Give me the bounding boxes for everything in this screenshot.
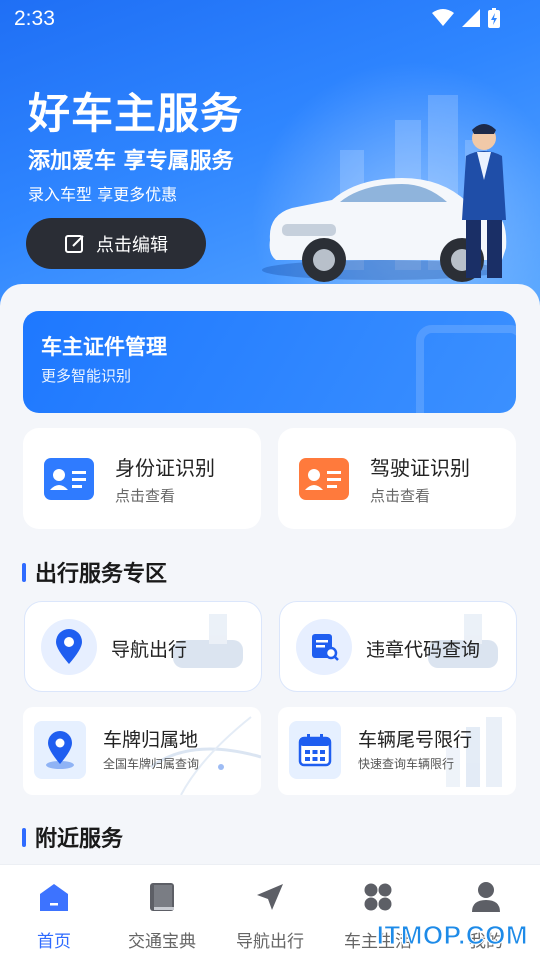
plate-location-subtitle: 全国车牌归属查询 bbox=[103, 757, 200, 771]
user-icon bbox=[472, 882, 500, 912]
plate-location-card[interactable]: 车牌归属地 全国车牌归属查询 bbox=[23, 707, 261, 795]
document-search-icon bbox=[312, 634, 339, 661]
tail-number-title: 车辆尾号限行 bbox=[358, 729, 473, 751]
status-bar: 2:33 bbox=[0, 0, 540, 38]
tail-number-subtitle: 快速查询车辆限行 bbox=[358, 757, 455, 771]
tab-home-label: 首页 bbox=[37, 932, 71, 952]
watermark-logo: ITMOP.COM bbox=[376, 920, 528, 951]
car-owner-illustration bbox=[262, 124, 507, 282]
location-pin-icon bbox=[56, 629, 82, 664]
calendar-icon bbox=[298, 734, 332, 767]
edit-icon bbox=[65, 234, 84, 253]
navigation-service-card[interactable]: 导航出行 bbox=[24, 601, 262, 692]
edit-button-label: 点击编辑 bbox=[96, 234, 168, 256]
cert-subtitle: 更多智能识别 bbox=[41, 367, 132, 385]
tab-navigation-label: 导航出行 bbox=[236, 932, 304, 952]
navigation-service-label: 导航出行 bbox=[111, 639, 188, 661]
driver-license-recognition-card[interactable]: 驾驶证识别 点击查看 bbox=[278, 428, 516, 529]
wifi-icon bbox=[432, 9, 454, 26]
nearby-section-label: 附近服务 bbox=[35, 827, 124, 852]
navigation-arrow-icon bbox=[257, 884, 283, 910]
violation-code-card[interactable]: 违章代码查询 bbox=[279, 601, 517, 692]
nearby-section-title: 附近服务 bbox=[22, 821, 123, 853]
violation-code-label: 违章代码查询 bbox=[366, 639, 481, 661]
tab-home[interactable]: 首页 bbox=[0, 879, 108, 952]
hero-description: 录入车型 享更多优惠 bbox=[28, 185, 178, 204]
tab-traffic-guide-label: 交通宝典 bbox=[128, 932, 196, 952]
tab-navigation[interactable]: 导航出行 bbox=[216, 879, 324, 952]
book-icon bbox=[150, 883, 174, 911]
tab-traffic-guide[interactable]: 交通宝典 bbox=[108, 879, 216, 952]
driver-license-subtitle: 点击查看 bbox=[370, 487, 431, 505]
travel-section-title: 出行服务专区 bbox=[22, 556, 167, 588]
hero-subtitle: 添加爱车 享专属服务 bbox=[28, 149, 234, 174]
id-card-subtitle: 点击查看 bbox=[115, 487, 176, 505]
grid-icon bbox=[364, 883, 392, 911]
cert-title: 车主证件管理 bbox=[41, 335, 167, 359]
signal-icon bbox=[462, 9, 480, 27]
tail-number-restriction-card[interactable]: 车辆尾号限行 快速查询车辆限行 bbox=[278, 707, 516, 795]
driver-license-icon bbox=[299, 458, 349, 500]
battery-icon bbox=[488, 8, 500, 28]
driver-license-title: 驾驶证识别 bbox=[370, 456, 470, 480]
id-card-title: 身份证识别 bbox=[115, 456, 215, 480]
hero-title: 好车主服务 bbox=[28, 89, 244, 138]
cert-management-card[interactable]: 车主证件管理 更多智能识别 bbox=[23, 311, 516, 413]
travel-section-label: 出行服务专区 bbox=[35, 562, 168, 587]
plate-location-title: 车牌归属地 bbox=[103, 729, 199, 751]
status-time: 2:33 bbox=[14, 7, 55, 30]
edit-car-button[interactable]: 点击编辑 bbox=[26, 218, 206, 269]
plate-location-icon bbox=[46, 731, 74, 769]
id-card-icon bbox=[44, 458, 94, 500]
home-icon bbox=[40, 884, 68, 911]
id-card-recognition-card[interactable]: 身份证识别 点击查看 bbox=[23, 428, 261, 529]
